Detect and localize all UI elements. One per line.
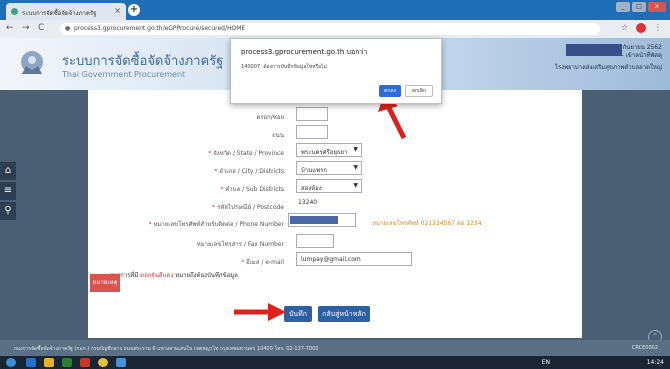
chrome-icon[interactable] — [98, 358, 108, 367]
footer-text: กองการจัดซื้อจัดจ้างภาครัฐ (กจภ.) กรมบัญ… — [14, 346, 319, 352]
date-text: กันยายน 2562 — [622, 44, 662, 51]
folder-icon[interactable] — [44, 358, 54, 367]
dialog-ok-button[interactable]: ตกลง — [379, 85, 401, 97]
menu-icon[interactable]: ≡ — [0, 182, 16, 200]
road-label: ถนน — [272, 132, 284, 139]
excel-icon[interactable] — [62, 358, 72, 367]
start-icon[interactable] — [6, 358, 16, 367]
site-favicon-icon — [11, 8, 18, 15]
maximize-button[interactable]: □ — [632, 2, 646, 12]
close-window-button[interactable]: × — [648, 2, 666, 12]
chevron-down-icon: ▼ — [353, 182, 358, 189]
url-text: process3.gprocurement.go.th/eGPProcure/s… — [74, 25, 246, 32]
organization-name: โรงพยาบาลส่งเสริมสุขภาพตำบลลาดใหญ่ — [554, 64, 662, 71]
chevron-down-icon: ▼ — [353, 146, 358, 153]
fax-field[interactable] — [296, 234, 334, 248]
os-taskbar: EN 14:24 — [0, 356, 670, 369]
back-icon[interactable]: ← — [6, 23, 14, 33]
subdistrict-label: * ตำบล / Sub Districts — [220, 186, 284, 193]
browser-actions: ☆ ⋮ — [621, 23, 662, 33]
district-select[interactable]: บ้านแพรก ▼ — [296, 161, 362, 175]
tab-close-icon[interactable]: × — [114, 6, 121, 15]
required-note: รายการที่มี ดอกจันสีแดง หมายถึงต้องบันทึ… — [110, 272, 238, 279]
dialog-cancel-button[interactable]: ยกเลิก — [405, 85, 433, 97]
soi-field[interactable] — [296, 107, 328, 121]
language-indicator[interactable]: EN — [542, 359, 550, 366]
window-controls: _ □ × — [616, 2, 666, 12]
district-value: บ้านแพรก — [301, 167, 327, 174]
soi-label: ตรอก/ซอย — [256, 114, 284, 121]
subdistrict-value: สองห้อง — [301, 185, 322, 192]
phone-hint: หมายเลขโทรศัพท์ 021234567 ต่อ 1234 — [372, 220, 482, 227]
province-label: * จังหวัด / State / Province — [208, 150, 284, 157]
page-code: CRCE0002 — [631, 345, 658, 351]
arrow-right-icon — [234, 303, 286, 321]
left-sidebar: ⌂ ≡ ⚲ — [0, 162, 16, 222]
role-text: - เข้าหน้าที่พัสดุ — [621, 52, 663, 59]
government-emblem-icon — [21, 51, 43, 74]
site-footer: กองการจัดซื้อจัดจ้างภาครัฐ (กจภ.) กรมบัญ… — [0, 340, 670, 356]
browser-tab-bar: ระบบการจัดซื้อจัดจ้างภาครัฐ × + _ □ × — [0, 0, 670, 20]
email-label: * อีเมล / e-mail — [241, 259, 284, 266]
url-input[interactable]: ● process3.gprocurement.go.th/eGPProcure… — [60, 23, 600, 35]
chevron-down-icon: ▼ — [353, 164, 358, 171]
district-label: * อำเภอ / City / Districts — [214, 168, 284, 175]
province-select[interactable]: พระนครศรีอยุธยา ▼ — [296, 143, 362, 157]
new-tab-button[interactable]: + — [128, 4, 140, 16]
phone-field[interactable] — [288, 213, 356, 227]
phone-label: * หมายเลขโทรศัพท์สำหรับติดต่อ / Phone Nu… — [148, 221, 284, 228]
remark-tag: หมายเหตุ — [90, 274, 120, 292]
profile-avatar-icon[interactable] — [636, 23, 646, 33]
province-value: พระนครศรีอยุธยา — [301, 149, 348, 156]
subdistrict-select[interactable]: สองห้อง ▼ — [296, 179, 362, 193]
browser-menu-icon[interactable]: ⋮ — [654, 23, 662, 33]
powerpoint-icon[interactable] — [80, 358, 90, 367]
tab-title: ระบบการจัดซื้อจัดจ้างภาครัฐ — [22, 10, 97, 17]
postcode-value: 13240 — [298, 199, 318, 206]
fax-label: หมายเลขโทรสาร / Fax Number — [196, 241, 284, 248]
road-field[interactable] — [296, 125, 328, 139]
save-button[interactable]: บันทึก — [284, 306, 312, 322]
site-subtitle: Thai Government Procurement — [62, 70, 186, 79]
forward-icon[interactable]: → — [22, 23, 30, 33]
ie-icon[interactable] — [26, 358, 36, 367]
dialog-title: process3.gprocurement.go.th บอกว่า — [241, 48, 368, 56]
site-title: ระบบการจัดซื้อจัดจ้างภาครัฐ — [62, 54, 224, 69]
browser-tab[interactable]: ระบบการจัดซื้อจัดจ้างภาครัฐ × — [6, 3, 126, 20]
user-name-redacted — [566, 44, 622, 56]
bookmark-star-icon[interactable]: ☆ — [621, 23, 628, 33]
address-bar-row: ← → C ● process3.gprocurement.go.th/eGPP… — [0, 20, 670, 38]
email-field[interactable]: lumpay@gmail.com — [296, 252, 412, 266]
minimize-button[interactable]: _ — [616, 2, 630, 12]
dialog-message: 140007: ต้องการบันทึกข้อมูลใช่หรือไม่ — [241, 64, 327, 70]
address-form-panel: ตรอก/ซอย ถนน * จังหวัด / State / Provinc… — [88, 88, 582, 338]
clock: 14:24 — [646, 359, 664, 366]
back-to-home-button[interactable]: กลับสู่หน้าหลัก — [318, 306, 370, 322]
postcode-label: * รหัสไปรษณีย์ / Postcode — [212, 204, 284, 211]
explorer-icon[interactable] — [116, 358, 126, 367]
reload-icon[interactable]: C — [38, 23, 44, 33]
lock-icon: ● — [65, 25, 71, 32]
home-icon[interactable]: ⌂ — [0, 162, 16, 180]
confirm-dialog: process3.gprocurement.go.th บอกว่า 14000… — [230, 38, 442, 104]
date-info: กันยายน 2562 - เข้าหน้าที่พัสดุ — [622, 44, 663, 60]
search-icon[interactable]: ⚲ — [0, 202, 16, 220]
phone-redacted — [290, 216, 338, 224]
